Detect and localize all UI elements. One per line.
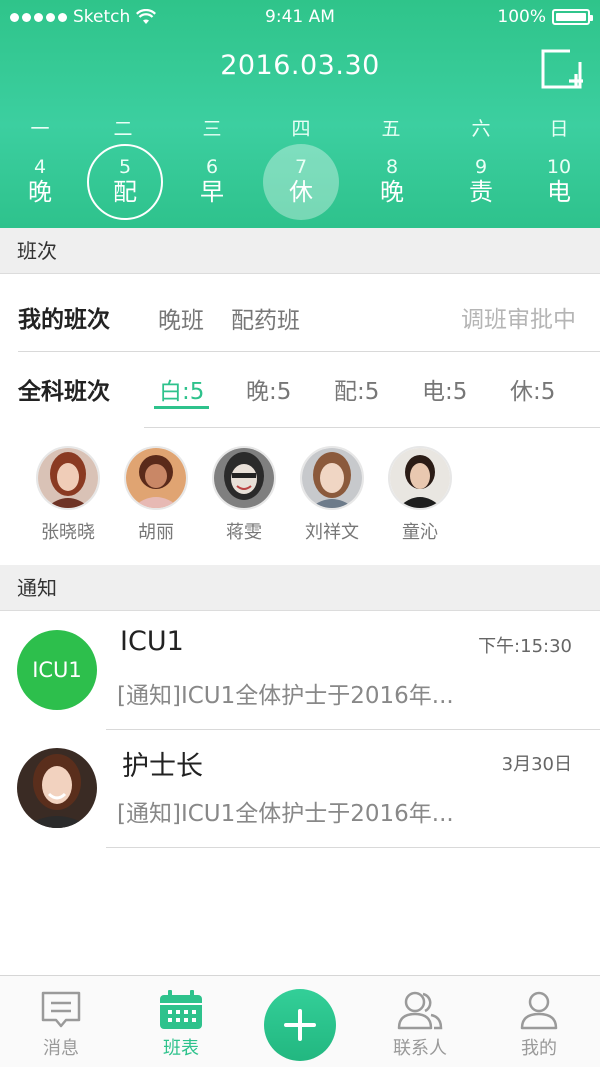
tab-label: 班表 [163, 1038, 199, 1059]
notice-title: 护士长 [122, 751, 203, 782]
notice-item[interactable]: ICU1 ICU1 下午:15:30 [通知]ICU1全体护士于2016年... [0, 612, 600, 730]
all-shift-label: 全科班次 [18, 379, 110, 405]
day-shift: 早 [200, 178, 224, 206]
weekday-row: 一 二 三 四 五 六 日 [0, 114, 600, 140]
message-icon [41, 991, 81, 1028]
battery-info: 100% [497, 7, 593, 27]
avatar [300, 446, 364, 510]
my-shift-item: 晚班 [158, 308, 204, 334]
user-icon [520, 991, 558, 1030]
my-shift-label: 我的班次 [18, 307, 110, 333]
day-shift: 晚 [28, 178, 52, 206]
day-cell-today[interactable]: 7 休 [263, 144, 339, 220]
day-row: 4 晚 5 配 6 早 7 休 8 晚 9 责 10 电 [0, 144, 600, 222]
staff-member[interactable]: 刘祥文 [287, 446, 377, 544]
day-shift: 责 [469, 178, 493, 206]
staff-member[interactable]: 张晓晓 [23, 446, 113, 544]
group-badge: ICU1 [17, 630, 97, 710]
tab-messages[interactable]: 消息 [16, 990, 106, 1060]
my-shift-item: 配药班 [231, 308, 300, 334]
notice-preview: [通知]ICU1全体护士于2016年... [117, 801, 454, 827]
tab-phone-shift[interactable]: 电:5 [422, 372, 467, 406]
new-schedule-icon[interactable] [540, 48, 584, 90]
staff-name: 胡丽 [138, 522, 174, 543]
swap-pending-status[interactable]: 调班审批中 [461, 300, 576, 334]
all-shift-row: 全科班次 白:5 晚:5 配:5 电:5 休:5 [0, 352, 600, 428]
notice-time: 下午:15:30 [478, 636, 572, 657]
tab-bar: 消息 班表 联系人 我的 [0, 975, 600, 1067]
day-cell[interactable]: 10 电 [521, 144, 597, 220]
weekday-label: 二 [113, 118, 133, 140]
day-number: 4 [33, 156, 47, 178]
divider [144, 427, 600, 428]
notice-time: 3月30日 [501, 754, 572, 775]
staff-name: 童沁 [402, 522, 438, 543]
avatar [124, 446, 188, 510]
tab-night-shift[interactable]: 晚:5 [246, 372, 291, 406]
day-number: 9 [474, 156, 488, 178]
staff-name: 张晓晓 [41, 522, 95, 543]
tab-label: 我的 [521, 1038, 557, 1059]
active-tab-indicator [154, 406, 209, 409]
staff-member[interactable]: 童沁 [375, 446, 465, 544]
status-bar: Sketch 9:41 AM 100% [0, 0, 600, 36]
weekday-label: 一 [30, 118, 50, 140]
my-shift-row[interactable]: 我的班次 晚班 配药班 调班审批中 [0, 276, 600, 352]
day-number: 5 [118, 156, 132, 178]
avatar [212, 446, 276, 510]
day-shift: 配 [113, 178, 137, 206]
tab-schedule[interactable]: 班表 [136, 990, 226, 1060]
tab-me[interactable]: 我的 [494, 990, 584, 1060]
staff-member[interactable]: 蒋雯 [199, 446, 289, 544]
tab-contacts[interactable]: 联系人 [375, 990, 465, 1060]
contacts-icon [397, 991, 443, 1030]
day-number: 10 [546, 156, 572, 178]
staff-name: 蒋雯 [226, 522, 262, 543]
notice-section-header: 通知 [0, 565, 600, 611]
notice-item[interactable]: 护士长 3月30日 [通知]ICU1全体护士于2016年... [0, 730, 600, 848]
day-number: 7 [294, 156, 308, 178]
day-cell-selected[interactable]: 5 配 [87, 144, 163, 220]
day-number: 8 [385, 156, 399, 178]
notice-preview: [通知]ICU1全体护士于2016年... [117, 683, 454, 709]
tab-rest[interactable]: 休:5 [510, 372, 555, 406]
weekday-label: 六 [471, 118, 491, 140]
weekday-label: 四 [291, 118, 311, 140]
plus-icon [284, 1009, 316, 1041]
day-cell[interactable]: 9 责 [443, 144, 519, 220]
date-title[interactable]: 2016.03.30 [0, 50, 600, 81]
weekday-label: 日 [549, 118, 569, 140]
day-shift: 休 [289, 178, 313, 206]
avatar [36, 446, 100, 510]
day-shift: 电 [547, 178, 571, 206]
tab-day-shift[interactable]: 白:5 [159, 372, 204, 406]
staff-name: 刘祥文 [305, 522, 359, 543]
day-cell[interactable]: 6 早 [174, 144, 250, 220]
day-cell[interactable]: 8 晚 [354, 144, 430, 220]
notice-title: ICU1 [120, 626, 184, 657]
calendar-icon [160, 990, 202, 1029]
tab-label: 消息 [43, 1038, 79, 1059]
staff-member[interactable]: 胡丽 [111, 446, 201, 544]
add-button[interactable] [264, 989, 336, 1061]
avatar [17, 748, 97, 828]
avatar [388, 446, 452, 510]
header: Sketch 9:41 AM 100% 2016.03.30 一 二 三 四 五… [0, 0, 600, 228]
shift-section-header: 班次 [0, 228, 600, 274]
tab-pharmacy-shift[interactable]: 配:5 [334, 372, 379, 406]
weekday-label: 五 [381, 118, 401, 140]
battery-percent: 100% [497, 7, 546, 27]
battery-icon [552, 9, 593, 25]
tab-label: 联系人 [393, 1038, 447, 1059]
staff-list: 张晓晓 胡丽 蒋雯 刘祥文 童沁 [0, 446, 600, 546]
day-shift: 晚 [380, 178, 404, 206]
divider [106, 847, 600, 848]
day-cell[interactable]: 4 晚 [2, 144, 78, 220]
day-number: 6 [205, 156, 219, 178]
weekday-label: 三 [202, 118, 222, 140]
